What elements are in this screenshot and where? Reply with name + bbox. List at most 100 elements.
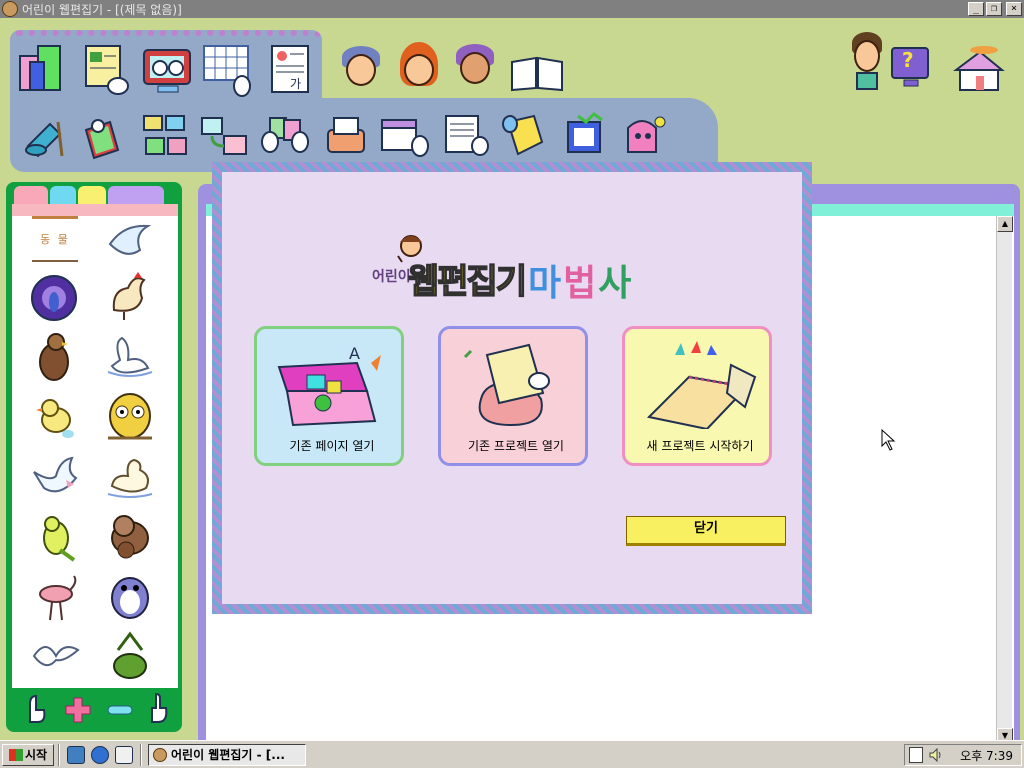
open-project-card[interactable]: 기존 프로젝트 열기: [438, 326, 588, 466]
logo-wizard-char-1: 마: [528, 263, 564, 304]
clipart-swan[interactable]: [104, 330, 156, 378]
sidebar-tab-pink[interactable]: [14, 186, 48, 206]
restore-button[interactable]: ❐: [986, 2, 1002, 16]
thinking-boy-icon[interactable]: [850, 32, 884, 90]
clipart-sidebar: 동 물: [6, 182, 182, 732]
cap-boy-character-icon[interactable]: [454, 44, 494, 92]
open-project-label: 기존 프로젝트 열기: [468, 439, 564, 453]
scroll-up-button[interactable]: ▲: [997, 216, 1013, 232]
start-button[interactable]: 시작: [2, 743, 54, 766]
clipart-flying-dove[interactable]: [30, 452, 82, 500]
clipart-panel: 동 물: [12, 204, 178, 688]
document-icon[interactable]: [442, 112, 489, 156]
book-icon[interactable]: [510, 54, 564, 92]
svg-text:가: 가: [290, 77, 301, 91]
monitor-link-icon[interactable]: [200, 112, 247, 156]
hand-pointer-right-icon[interactable]: [146, 692, 170, 724]
desktop-quicklaunch-icon[interactable]: [67, 745, 85, 764]
open-box-icon: A: [267, 337, 397, 429]
wizard-dialog: 어린이 웹편집기 마법사 A 기존 페이지 열기 기존 프로젝트 열기 새 프로…: [212, 162, 812, 614]
clipart-owl[interactable]: [104, 388, 156, 440]
close-button[interactable]: 닫기: [626, 516, 786, 546]
main-area: 가 ? 동 물 ▲ ▼ 어린이 웹편집기 마법사 A 기존 페이지 열기 기존 …: [0, 18, 1024, 754]
new-notebook-icon: [635, 337, 765, 431]
category-header: 동 물: [32, 216, 78, 262]
clipart-seagull[interactable]: [30, 632, 82, 680]
primary-toolbar: 가: [10, 30, 322, 112]
ime-pen-icon[interactable]: [909, 747, 923, 763]
frame-icon[interactable]: [562, 112, 606, 156]
wizard-logo: 어린이 웹편집기 마법사: [372, 232, 672, 304]
clipart-sparrow[interactable]: [104, 510, 156, 559]
svg-text:A: A: [349, 344, 360, 363]
logo-title-text: 웹편집기: [407, 261, 528, 303]
sidebar-tab-purple[interactable]: [108, 186, 164, 206]
clipart-dove[interactable]: [104, 216, 156, 264]
system-tray: 오후 7:39: [904, 744, 1022, 766]
taskbar: 시작 어린이 웹편집기 - [... 오후 7:39: [0, 740, 1024, 768]
clipart-eagle[interactable]: [30, 332, 82, 381]
minus-icon[interactable]: [106, 704, 134, 716]
page-text-icon[interactable]: 가: [264, 42, 320, 98]
open-page-label: 기존 페이지 열기: [289, 439, 375, 453]
help-glyph: ?: [902, 48, 914, 72]
minimize-button[interactable]: _: [968, 2, 984, 16]
clipart-peacock[interactable]: [28, 272, 80, 321]
sidebar-bottom-bar: [12, 690, 178, 728]
app-icon: [2, 1, 18, 17]
clock[interactable]: 오후 7:39: [960, 747, 1013, 764]
sidebar-tab-cyan[interactable]: [50, 186, 76, 206]
taskbar-app-icon: [153, 747, 167, 762]
help-monitor-icon[interactable]: ?: [890, 46, 934, 90]
logo-wizard-char-2: 법: [563, 263, 599, 304]
volume-icon[interactable]: [929, 747, 943, 763]
grid-hand-icon[interactable]: [202, 42, 258, 98]
clipart-duck[interactable]: [104, 450, 156, 498]
window-title: 어린이 웹편집기 - [(제목 없음)]: [22, 2, 182, 17]
new-project-label: 새 프로젝트 시작하기: [646, 439, 754, 453]
house-icon[interactable]: [952, 46, 1006, 92]
sidebar-tabs: [14, 184, 174, 206]
sidebar-tab-yellow[interactable]: [78, 186, 106, 206]
logo-wizard-text: 마법사: [528, 254, 633, 306]
close-window-button[interactable]: ×: [1006, 2, 1022, 16]
clipart-chick[interactable]: [30, 392, 82, 440]
mouse-cursor-icon: [880, 428, 898, 452]
folder-books-icon[interactable]: [16, 42, 72, 98]
page-hand-icon[interactable]: [78, 42, 134, 98]
window-controls: _ ❐ ×: [968, 2, 1022, 16]
taskbar-separator-2: [140, 743, 142, 766]
folder-hand-icon[interactable]: [380, 112, 429, 157]
plus-icon[interactable]: [64, 696, 92, 724]
taskbar-app-button[interactable]: 어린이 웹편집기 - [...: [148, 743, 306, 766]
clipart-flamingo[interactable]: [30, 572, 82, 621]
vertical-scrollbar[interactable]: ▲ ▼: [996, 216, 1013, 744]
title-bar: 어린이 웹편집기 - [(제목 없음)] _ ❐ ×: [0, 0, 1024, 18]
yellow-tag-icon[interactable]: [500, 112, 544, 156]
boy-character-icon[interactable]: [340, 46, 380, 94]
clipart-parrot[interactable]: [30, 512, 82, 562]
outlook-quicklaunch-icon[interactable]: [115, 745, 133, 764]
open-page-card[interactable]: A 기존 페이지 열기: [254, 326, 404, 466]
printer-icon[interactable]: [322, 112, 366, 156]
pink-robot-icon[interactable]: [622, 112, 666, 156]
ie-quicklaunch-icon[interactable]: [91, 745, 109, 764]
logo-wizard-char-3: 사: [598, 263, 634, 304]
taskbar-separator: [58, 743, 60, 766]
open-bag-icon: [451, 337, 581, 429]
clipart-penguin[interactable]: [104, 570, 156, 619]
link-pages-icon[interactable]: [140, 112, 187, 156]
girl-character-icon[interactable]: [398, 42, 438, 96]
hand-pointer-left-icon[interactable]: [24, 692, 48, 724]
logo-small-text: 어린이: [372, 269, 411, 285]
new-project-card[interactable]: 새 프로젝트 시작하기: [622, 326, 772, 466]
windows-logo-icon: [8, 748, 23, 761]
magic-hat-icon[interactable]: [22, 116, 66, 160]
clipart-plant-bird[interactable]: [104, 630, 156, 679]
clipart-rooster[interactable]: [104, 270, 156, 320]
hands-cards-icon[interactable]: [260, 112, 309, 156]
start-label: 시작: [24, 748, 48, 762]
taskbar-app-label: 어린이 웹편집기 - [...: [171, 748, 285, 762]
notebook-icon[interactable]: [80, 116, 124, 160]
monitor-glasses-icon[interactable]: [140, 42, 196, 98]
